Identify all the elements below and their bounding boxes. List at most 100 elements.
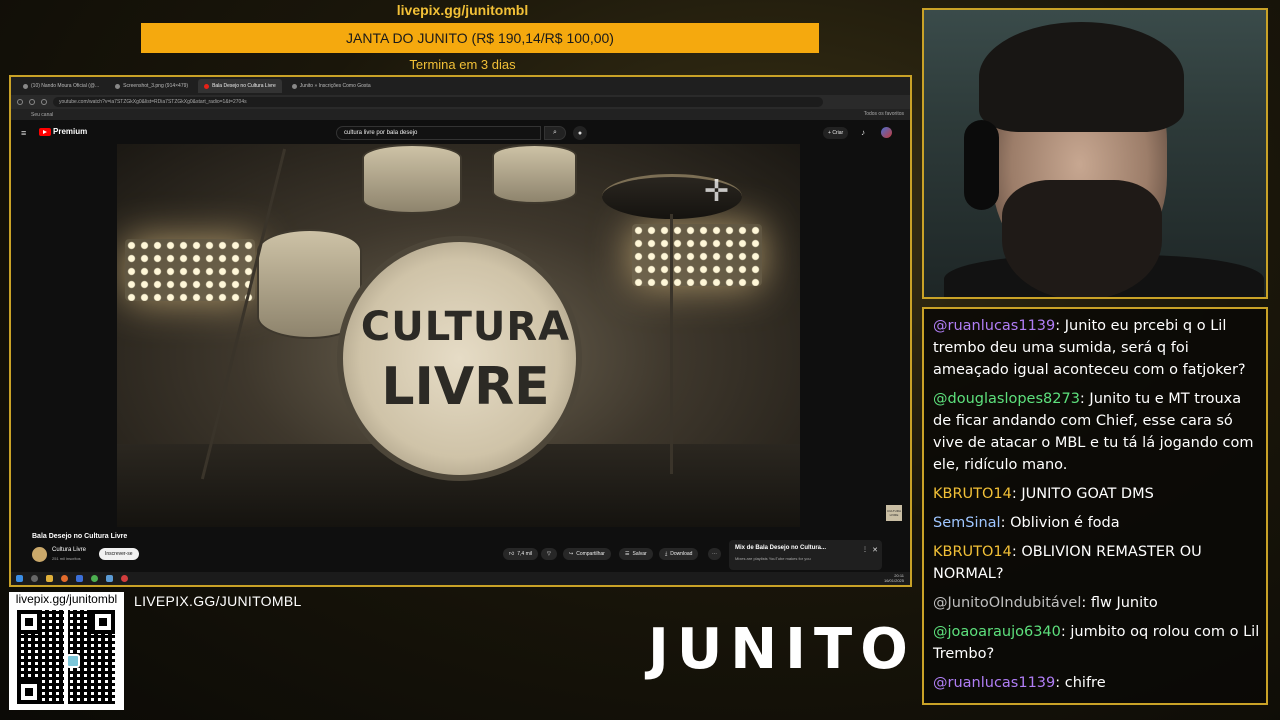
browser-tab[interactable]: (10) Nando Moura Oficial (@... [17,79,105,93]
livepix-link: LIVEPIX.GG/JUNITOMBL [134,593,302,609]
chat-message: @joaoaraujo6340: jumbito oq rolou com o … [933,621,1266,665]
donation-goal-bar: JANTA DO JUNITO (R$ 190,14/R$ 100,00) [141,23,819,53]
like-button[interactable]: 👍︎ 7,4 mil [503,548,538,560]
streamer-beard [1002,180,1162,297]
x-favicon-icon [23,83,28,89]
tom-drum [362,144,462,214]
app-icon[interactable] [76,575,83,582]
forward-icon[interactable] [29,99,35,105]
stage-light-panel [125,239,255,301]
chat-text: : chifre [1055,675,1106,691]
file-explorer-icon[interactable] [46,575,53,582]
windows-start-icon[interactable] [16,575,23,582]
streamer-logo: JUNITO [648,617,916,682]
chat-message: @douglaslopes8273: Junito tu e MT trouxa… [933,388,1266,476]
search-input[interactable]: cultura livre por bala desejo [336,126,541,140]
drum-logo-text: LIVRE [381,357,550,417]
browser-tab[interactable]: Screenshot_3.png (914×479) [109,79,194,93]
qr-logo-icon [66,654,80,668]
close-icon[interactable]: ✕ [872,546,878,554]
chat-username: @ruanlucas1139 [933,675,1056,691]
mic-icon: ● [577,129,583,137]
screen-capture: (10) Nando Moura Oficial (@... Screensho… [9,75,912,587]
save-button[interactable]: ☰ Salvar [619,548,653,560]
drum-logo-text: CULTURA [360,304,571,350]
chat-username: @ruanlucas1139 [933,318,1056,334]
donation-goal-deadline: Termina em 3 dias [409,57,516,72]
more-actions-button[interactable]: ⋯ [708,548,721,560]
url-input[interactable]: youtube.com/watch?v=ia7STZGkXg0&list=RDi… [53,97,823,107]
qr-finder-pattern [17,610,41,634]
share-icon: ↪ [569,551,574,557]
tom-drum [492,144,577,204]
search-icon[interactable] [31,575,38,582]
hamburger-menu-icon[interactable]: ≡ [21,128,26,138]
taskbar-clock[interactable]: 20:11 16/01/2025 [884,573,904,583]
headset-icon [964,120,999,210]
browser-tab[interactable]: Junito » Inscrições Como Gosta [286,79,377,93]
youtube-header: ≡ Premium cultura livre por bala desejo … [11,122,910,144]
chat-username: SemSinal [933,515,1001,531]
thumbs-up-icon: 👍︎ [509,551,515,557]
livepix-url-header: livepix.gg/junitombl [396,2,529,18]
bookmarks-bar: Seu canal Todos os favoritos [11,109,910,120]
download-icon: ⤓ [665,551,668,557]
chat-username: KBRUTO14 [933,486,1012,502]
mix-playlist-panel[interactable]: Mix de Bala Desejo no Cultura... Mixes a… [729,540,882,570]
webcam-feed [922,8,1268,299]
move-cursor-icon: ✛ [704,174,730,209]
donation-goal-label: JANTA DO JUNITO (R$ 190,14/R$ 100,00) [346,30,614,46]
stage-light-panel [632,224,762,286]
cymbal-stand [670,214,673,474]
playlist-add-icon: ☰ [625,551,630,557]
qr-finder-pattern [91,610,115,634]
subscribe-button[interactable]: Inscrever-se [99,548,139,560]
obs-icon[interactable] [121,575,128,582]
dislike-button[interactable]: ▽ [541,548,557,560]
chat-text: : Oblivion é foda [1000,515,1120,531]
browser-tab-active[interactable]: Bala Desejo no Cultura Livre [198,79,282,93]
chat-username: @joaoaraujo6340 [933,624,1061,640]
channel-watermark[interactable]: CULTURA LIVRE [886,505,902,521]
notifications-bell-icon[interactable]: ♪ [861,128,865,137]
download-button[interactable]: ⤓ Download [659,548,699,560]
chat-username: @douglaslopes8273 [933,391,1080,407]
chat-username: KBRUTO14 [933,544,1012,560]
firefox-icon[interactable] [61,575,68,582]
chat-text: : flw Junito [1081,595,1158,611]
search-button[interactable]: ⌕ [544,126,566,140]
share-button[interactable]: ↪ Compartilhar [563,548,611,560]
thumbs-down-icon: ▽ [547,551,551,557]
reload-icon[interactable] [41,99,47,105]
more-vertical-icon[interactable]: ⋮ [862,546,868,553]
channel-name[interactable]: Cultura Livre [52,547,86,553]
windows-taskbar: 20:11 16/01/2025 [11,572,910,585]
more-horizontal-icon: ⋯ [712,551,717,557]
youtube-logo-icon[interactable] [39,128,51,136]
chat-message: @JunitoOIndubitável: flw Junito [933,592,1266,614]
voice-search-button[interactable]: ● [573,126,587,140]
chat-message: KBRUTO14: OBLIVION REMASTER OU NORMAL? [933,541,1266,585]
bookmark-item[interactable]: Seu canal [31,112,53,118]
qr-code [17,610,115,704]
back-icon[interactable] [17,99,23,105]
create-button[interactable]: + Criar [823,127,849,139]
mix-title[interactable]: Mix de Bala Desejo no Cultura... [735,545,826,551]
channel-subscriber-count: 251 mil inscritos [52,556,81,561]
account-avatar[interactable] [881,127,892,138]
image-favicon-icon [115,83,121,89]
youtube-brand[interactable]: Premium [53,127,87,136]
qr-caption: livepix.gg/junitombl [15,592,118,606]
app-icon[interactable] [106,575,113,582]
youtube-favicon-icon [204,83,210,89]
video-player[interactable]: CULTURA LIVRE [117,144,800,527]
channel-avatar[interactable] [32,547,47,562]
all-bookmarks[interactable]: Todos os favoritos [864,111,904,117]
plus-icon: + [828,130,831,136]
chat-message: @ruanlucas1139: Junito eu prcebi q o Lil… [933,315,1266,381]
chat-panel: @ruanlucas1139: Junito eu prcebi q o Lil… [922,307,1268,705]
video-title: Bala Desejo no Cultura Livre [32,533,128,540]
page-favicon-icon [291,83,297,89]
chrome-icon[interactable] [91,575,98,582]
qr-code-card: livepix.gg/junitombl [9,592,124,710]
